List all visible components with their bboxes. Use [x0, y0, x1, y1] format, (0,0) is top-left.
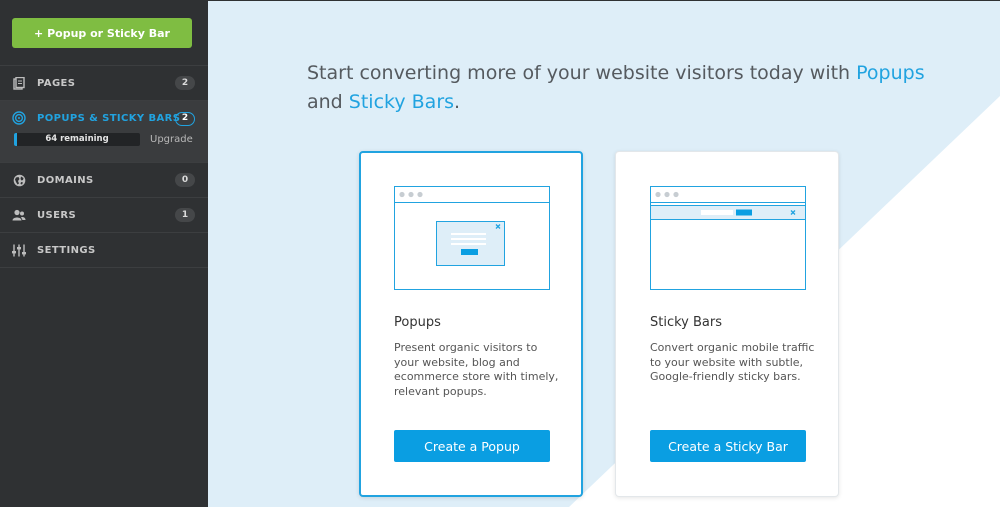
- sidebar-item-popups-sticky-bars[interactable]: POPUPS & STICKY BARS 2 64 remaining Upgr…: [0, 101, 208, 163]
- sidebar-item-label: SETTINGS: [37, 244, 96, 256]
- globe-icon: [12, 173, 26, 187]
- create-sticky-bar-button[interactable]: Create a Sticky Bar: [650, 430, 806, 462]
- add-popup-or-sticky-bar-button[interactable]: + Popup or Sticky Bar: [12, 18, 192, 48]
- sidebar-header: + Popup or Sticky Bar: [0, 0, 208, 66]
- sidebar-item-label: DOMAINS: [37, 174, 94, 186]
- sidebar-item-label: POPUPS & STICKY BARS: [37, 112, 181, 124]
- main-content: Start converting more of your website vi…: [208, 0, 1000, 507]
- sticky-bar-illustration-icon: [650, 186, 806, 290]
- sidebar-item-domains[interactable]: DOMAINS 0: [0, 163, 208, 198]
- sidebar-item-label: USERS: [37, 209, 77, 221]
- popup-illustration-icon: [394, 186, 550, 290]
- upgrade-link[interactable]: Upgrade: [150, 134, 193, 145]
- sidebar-item-pages[interactable]: PAGES 2: [0, 66, 208, 101]
- count-badge: 0: [175, 173, 195, 187]
- quota-progress-bar: 64 remaining: [14, 133, 140, 146]
- sliders-icon: [12, 243, 26, 257]
- pages-icon: [12, 76, 26, 90]
- headline-period: .: [454, 91, 461, 113]
- sticky-bar-card-description: Convert organic mobile traffic to your w…: [650, 341, 815, 383]
- sidebar-item-label: PAGES: [37, 77, 76, 89]
- headline-and: and: [307, 91, 343, 113]
- headline-popups-link: Popups: [856, 62, 925, 84]
- sidebar-item-settings[interactable]: SETTINGS: [0, 233, 208, 268]
- target-icon: [12, 111, 26, 125]
- popup-card-title: Popups: [394, 315, 441, 330]
- popup-card[interactable]: Popups Present organic visitors to your …: [359, 151, 583, 497]
- create-popup-button[interactable]: Create a Popup: [394, 430, 550, 462]
- sticky-bar-card[interactable]: Sticky Bars Convert organic mobile traff…: [615, 151, 839, 497]
- sidebar-item-users[interactable]: USERS 1: [0, 198, 208, 233]
- sticky-bar-card-title: Sticky Bars: [650, 315, 723, 330]
- quota-remaining-text: 64 remaining: [45, 134, 109, 144]
- count-badge: 2: [175, 112, 195, 126]
- count-badge: 1: [175, 208, 195, 222]
- popup-card-description: Present organic visitors to your website…: [394, 341, 559, 398]
- page-headline: Start converting more of your website vi…: [307, 59, 927, 117]
- headline-prefix: Start converting more of your website vi…: [307, 62, 851, 84]
- users-icon: [12, 208, 26, 222]
- headline-sticky-bars-link: Sticky Bars: [348, 91, 455, 113]
- count-badge: 2: [175, 76, 195, 90]
- quota-row: 64 remaining Upgrade: [14, 133, 208, 146]
- sidebar: + Popup or Sticky Bar PAGES 2 POPUPS & S…: [0, 0, 208, 507]
